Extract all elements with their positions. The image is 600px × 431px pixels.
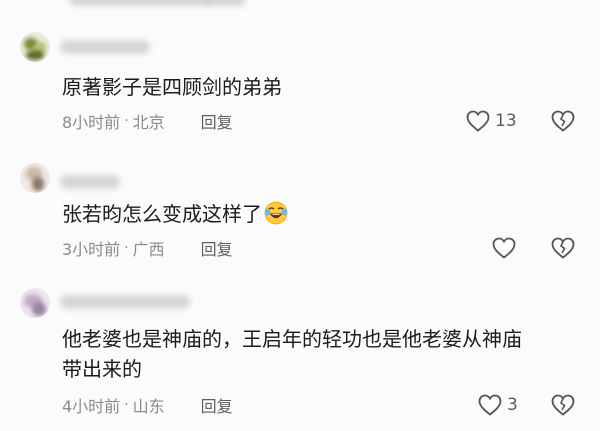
dislike-button[interactable] <box>551 237 575 263</box>
like-button[interactable]: 13 <box>466 110 517 132</box>
username-blurred[interactable] <box>60 40 150 54</box>
comment-time: 3小时前 <box>62 240 121 259</box>
comment-time: 8小时前 <box>62 113 121 132</box>
previous-comment-meta-cropped <box>0 0 600 16</box>
avatar[interactable] <box>20 32 50 62</box>
dislike-button[interactable] <box>551 394 575 420</box>
like-button[interactable] <box>492 237 516 259</box>
like-count: 3 <box>507 395 518 415</box>
comment-location: 北京 <box>132 113 165 132</box>
like-button[interactable]: 3 <box>478 394 518 416</box>
username-blurred[interactable] <box>60 295 190 309</box>
separator-dot: · <box>124 113 129 129</box>
comment-location: 广西 <box>132 240 165 259</box>
heart-icon <box>466 110 490 132</box>
reply-button[interactable]: 回复 <box>201 109 233 133</box>
comment-text: 他老婆也是神庙的，王启年的轻功也是他老婆从神庙 <box>62 327 522 351</box>
heart-icon <box>492 237 516 259</box>
comment-text-line-2: 带出来的 <box>62 357 142 381</box>
comment-meta: 8小时前 · 北京 回复 <box>62 110 233 132</box>
reply-button[interactable]: 回复 <box>201 393 233 417</box>
comment-meta: 4小时前 · 山东 回复 <box>62 394 233 416</box>
avatar[interactable] <box>20 163 50 193</box>
broken-heart-icon <box>551 110 575 136</box>
separator-dot: · <box>124 397 129 413</box>
laughing-crying-emoji-icon <box>264 201 288 225</box>
reply-button[interactable]: 回复 <box>201 236 233 260</box>
comment-time: 4小时前 <box>62 397 121 416</box>
separator-dot: · <box>124 240 129 256</box>
comment-location: 山东 <box>132 397 165 416</box>
heart-icon <box>478 394 502 416</box>
username-blurred[interactable] <box>60 175 120 189</box>
broken-heart-icon <box>551 394 575 420</box>
avatar[interactable] <box>20 288 50 318</box>
dislike-button[interactable] <box>551 110 575 136</box>
comment-text: 张若昀怎么变成这样了 <box>62 199 288 229</box>
comment-meta: 3小时前 · 广西 回复 <box>62 237 233 259</box>
like-count: 13 <box>495 111 517 131</box>
comment-text: 原著影子是四顾剑的弟弟 <box>62 75 282 99</box>
broken-heart-icon <box>551 237 575 263</box>
